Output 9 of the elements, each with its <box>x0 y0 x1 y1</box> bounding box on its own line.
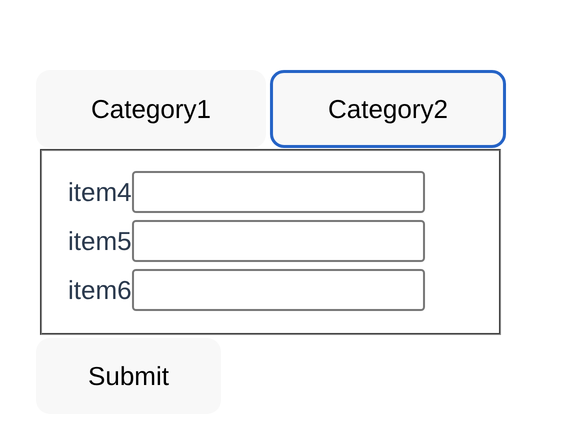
field-label: item4 <box>68 176 132 208</box>
category-tab[interactable]: Category1 <box>36 70 266 148</box>
input-field[interactable] <box>132 269 425 311</box>
submit-button[interactable]: Submit <box>36 338 221 414</box>
category-tab[interactable]: Category2 <box>270 70 506 148</box>
input-field[interactable] <box>132 220 425 262</box>
field-label: item6 <box>68 274 132 306</box>
field-label: item5 <box>68 226 132 256</box>
input-field[interactable] <box>132 171 425 213</box>
